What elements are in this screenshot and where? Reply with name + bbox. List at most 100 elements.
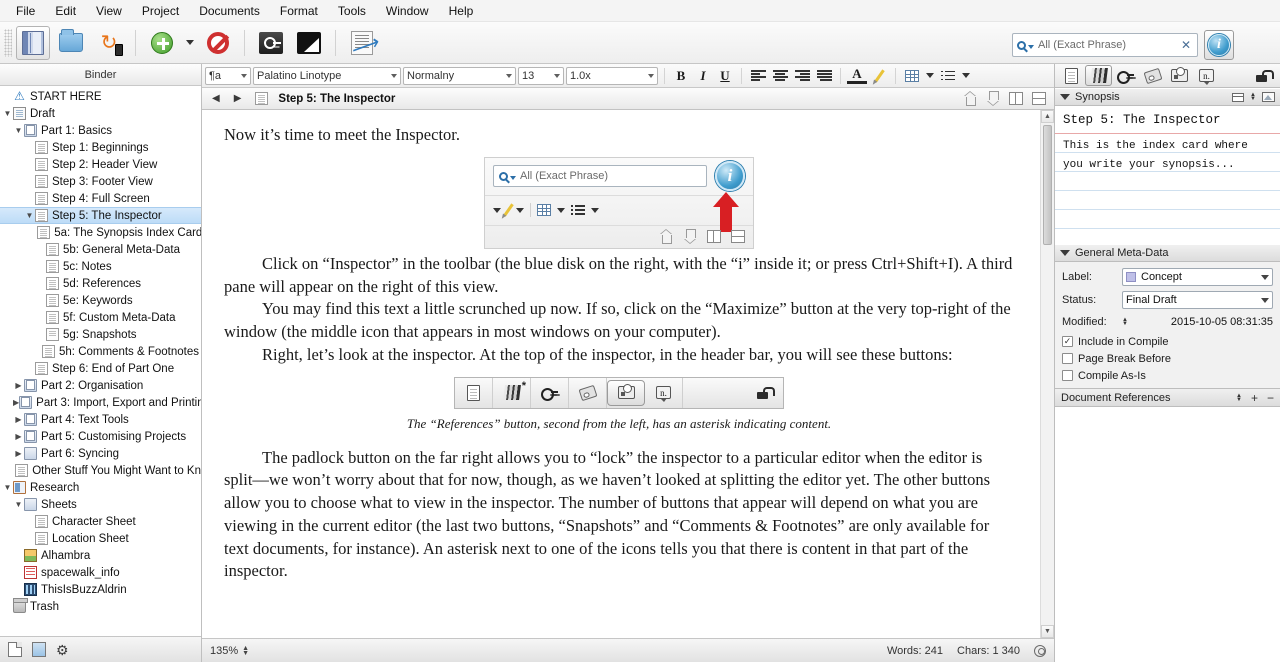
target-icon[interactable] [1034, 644, 1046, 657]
align-left-button[interactable] [748, 66, 768, 86]
tab-references[interactable] [1085, 65, 1112, 86]
twisty-collapsed-icon[interactable]: ▶ [13, 415, 24, 424]
binder-item[interactable]: 5e: Keywords [0, 292, 201, 309]
compile-as-is-checkbox[interactable] [1062, 370, 1073, 381]
tab-lock[interactable] [1250, 65, 1277, 86]
binder-item[interactable]: Alhambra [0, 547, 201, 564]
menu-item-format[interactable]: Format [270, 2, 328, 20]
binder-item[interactable]: Other Stuff You Might Want to Know [0, 462, 201, 479]
tab-snapshots[interactable] [1166, 65, 1193, 86]
document-page[interactable]: Now it’s time to meet the Inspector. All… [202, 110, 1040, 638]
menu-item-documents[interactable]: Documents [189, 2, 270, 20]
binder-item[interactable]: Step 3: Footer View [0, 173, 201, 190]
text-color-button[interactable]: A [847, 66, 867, 84]
status-select[interactable]: Final Draft [1122, 291, 1273, 309]
new-folder-icon[interactable] [32, 642, 46, 657]
highlight-button[interactable] [869, 66, 889, 86]
line-spacing-combo[interactable]: 1.0x [566, 66, 658, 85]
scrollbar-thumb[interactable] [1043, 125, 1052, 245]
twisty-expanded-icon[interactable]: ▼ [24, 211, 35, 220]
tab-notes[interactable] [1058, 65, 1085, 86]
zoom-level[interactable]: 135% [210, 645, 238, 657]
gear-icon[interactable]: ⚙ [56, 643, 69, 657]
binder-item[interactable]: spacewalk_info [0, 564, 201, 581]
split-vertical-icon[interactable] [1009, 92, 1023, 105]
binder-item[interactable]: ▼ Sheets [0, 496, 201, 513]
new-document-icon[interactable] [8, 642, 22, 657]
disclosure-triangle-icon[interactable] [1060, 94, 1070, 100]
page-break-before-checkbox[interactable] [1062, 353, 1073, 364]
document-references-list[interactable] [1055, 407, 1280, 662]
binder-item[interactable]: ▶ Part 2: Organisation [0, 377, 201, 394]
binder-item[interactable]: 5h: Comments & Footnotes [0, 343, 201, 360]
binder-item[interactable]: Location Sheet [0, 530, 201, 547]
menu-item-file[interactable]: File [6, 2, 45, 20]
chevron-down-icon[interactable] [1028, 45, 1034, 49]
toolbar-grip[interactable] [4, 28, 12, 57]
scroll-up-button[interactable]: ▲ [1041, 110, 1054, 123]
menu-item-window[interactable]: Window [376, 2, 439, 20]
align-center-button[interactable] [770, 66, 790, 86]
binder-item[interactable]: ▼ Part 1: Basics [0, 122, 201, 139]
meta-section-header[interactable]: General Meta-Data [1055, 244, 1280, 262]
synopsis-body-field[interactable]: This is the index card where you write y… [1055, 134, 1280, 244]
binder-item[interactable]: ▶ Part 5: Customising Projects [0, 428, 201, 445]
menu-item-help[interactable]: Help [439, 2, 484, 20]
binder-item[interactable]: 5g: Snapshots [0, 326, 201, 343]
align-justify-button[interactable] [814, 66, 834, 86]
tab-keywords[interactable] [1112, 65, 1139, 86]
clear-search-icon[interactable]: ✕ [1181, 38, 1193, 52]
font-family-combo[interactable]: Palatino Linotype [253, 66, 401, 85]
style-preset-combo[interactable]: ¶a [205, 66, 251, 85]
list-button[interactable] [938, 66, 958, 86]
synopsis-stepper-icon[interactable]: ▲ ▼ [1250, 92, 1256, 102]
italic-button[interactable]: I [693, 66, 713, 86]
synopsis-card[interactable]: Step 5: The Inspector This is the index … [1055, 106, 1280, 244]
compile-button[interactable]: ⟶ [345, 26, 382, 62]
twisty-expanded-icon[interactable]: ▼ [13, 500, 24, 509]
references-stepper-icon[interactable]: ▲ ▼ [1236, 393, 1242, 403]
table-button[interactable] [902, 66, 922, 86]
binder-item[interactable]: ▼ Research [0, 479, 201, 496]
nav-forward-button[interactable]: ▶ [230, 93, 246, 104]
remove-reference-button[interactable]: − [1267, 391, 1274, 405]
compile-as-is-row[interactable]: Compile As-Is [1062, 367, 1273, 384]
binder-item[interactable]: Step 6: End of Part One [0, 360, 201, 377]
table-dropdown[interactable] [924, 66, 936, 86]
tab-labels[interactable] [1139, 65, 1166, 86]
binder-item[interactable]: 5d: References [0, 275, 201, 292]
go-up-icon[interactable] [963, 92, 977, 106]
twisty-collapsed-icon[interactable]: ▶ [13, 381, 24, 390]
paragraph-style-combo[interactable]: Normalny [403, 66, 516, 85]
menu-item-tools[interactable]: Tools [328, 2, 376, 20]
zoom-stepper[interactable]: ▲ ▼ [242, 645, 249, 657]
nav-back-button[interactable]: ◀ [208, 93, 224, 104]
full-screen-button[interactable] [292, 26, 326, 60]
menu-item-edit[interactable]: Edit [45, 2, 86, 20]
binder-item[interactable]: 5a: The Synopsis Index Card [0, 224, 201, 241]
twisty-expanded-icon[interactable]: ▼ [13, 126, 24, 135]
binder-item[interactable]: 5f: Custom Meta-Data [0, 309, 201, 326]
scroll-down-button[interactable]: ▼ [1041, 625, 1054, 638]
modified-stepper-icon[interactable]: ▲ ▼ [1122, 317, 1128, 327]
underline-button[interactable]: U [715, 66, 735, 86]
include-in-compile-checkbox[interactable]: ✓ [1062, 336, 1073, 347]
synopsis-section-header[interactable]: Synopsis ▲ ▼ [1055, 88, 1280, 106]
twisty-expanded-icon[interactable]: ▼ [2, 109, 13, 118]
binder-item[interactable]: Character Sheet [0, 513, 201, 530]
project-search-input[interactable]: All (Exact Phrase) ✕ [1012, 33, 1198, 57]
binder-item[interactable]: ▼ Draft [0, 105, 201, 122]
image-icon[interactable] [1262, 92, 1275, 102]
binder-item[interactable]: ⚠ START HERE [0, 88, 201, 105]
bold-button[interactable]: B [671, 66, 691, 86]
binder-item[interactable]: ThisIsBuzzAldrin [0, 581, 201, 598]
binder-item[interactable]: 5c: Notes [0, 258, 201, 275]
menu-item-view[interactable]: View [86, 2, 132, 20]
tab-comments[interactable]: n. [1193, 65, 1220, 86]
collections-button[interactable] [54, 26, 88, 60]
label-select[interactable]: Concept [1122, 268, 1273, 286]
binder-item[interactable]: Step 1: Beginnings [0, 139, 201, 156]
binder-item[interactable]: Step 2: Header View [0, 156, 201, 173]
twisty-expanded-icon[interactable]: ▼ [2, 483, 13, 492]
font-size-combo[interactable]: 13 [518, 66, 564, 85]
